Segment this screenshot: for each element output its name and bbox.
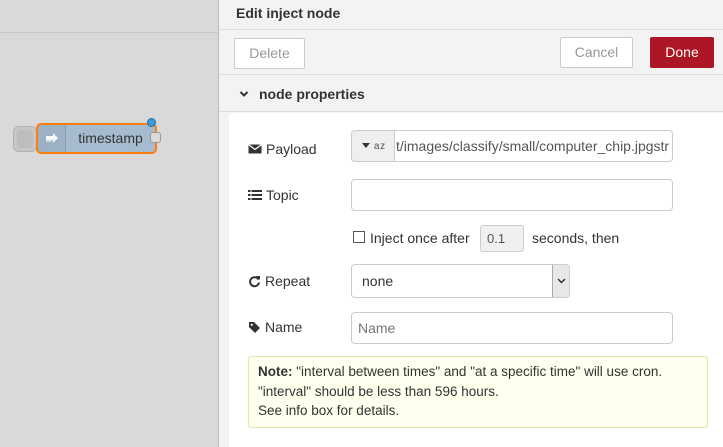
note-line-1: "interval between times" and "at a speci… xyxy=(296,364,663,379)
payload-label-row: Payload xyxy=(248,141,317,157)
inject-trigger-button[interactable] xyxy=(13,126,37,152)
tasks-icon xyxy=(248,190,262,200)
payload-label: Payload xyxy=(266,141,317,157)
string-type-icon: a z xyxy=(373,140,385,152)
note-prefix: Note: xyxy=(258,364,293,379)
repeat-label: Repeat xyxy=(265,273,311,289)
tray-title: Edit inject node xyxy=(236,5,341,21)
repeat-selected-value: none xyxy=(362,273,394,289)
repeat-icon xyxy=(249,275,260,287)
tray-header: Edit inject node xyxy=(219,0,723,30)
delete-button[interactable]: Delete xyxy=(234,38,305,69)
changed-indicator-icon xyxy=(147,118,156,127)
cancel-button[interactable]: Cancel xyxy=(560,37,633,68)
output-port[interactable] xyxy=(150,132,161,143)
inject-node[interactable]: timestamp xyxy=(36,123,157,154)
payload-type-selector[interactable]: a z xyxy=(352,131,395,161)
inject-delay-input[interactable]: 0.1 xyxy=(480,225,524,252)
caret-down-icon xyxy=(361,143,370,148)
topic-label-row: Topic xyxy=(248,187,299,203)
section-title: node properties xyxy=(259,86,365,102)
tag-icon xyxy=(249,321,260,333)
note-line-3: See info box for details. xyxy=(258,403,400,418)
canvas-divider xyxy=(0,32,218,33)
topic-label: Topic xyxy=(266,187,299,203)
node-label: timestamp xyxy=(78,130,143,146)
payload-value: t/images/classify/small/computer_chip.jp… xyxy=(396,138,670,154)
tray-toolbar: Delete Cancel Done xyxy=(219,31,723,75)
inject-trigger-button-face xyxy=(17,130,33,148)
select-chevron-icon xyxy=(552,265,569,297)
edit-tray: Edit inject node Delete Cancel Done node… xyxy=(219,0,723,447)
inject-once-label: Inject once after xyxy=(370,230,470,246)
inject-once-checkbox[interactable] xyxy=(353,231,365,243)
inject-arrow-icon xyxy=(38,125,66,152)
note-line-2: "interval" should be less than 596 hours… xyxy=(258,383,499,399)
repeat-label-row: Repeat xyxy=(248,273,310,289)
flow-canvas[interactable]: timestamp xyxy=(0,0,219,447)
properties-form: Payload a z t/images/classify/small/comp… xyxy=(229,113,723,447)
payload-input[interactable]: a z t/images/classify/small/computer_chi… xyxy=(351,130,673,162)
repeat-select[interactable]: none xyxy=(351,264,570,298)
envelope-icon xyxy=(248,144,262,154)
name-label-row: Name xyxy=(248,319,302,335)
chevron-down-icon xyxy=(239,91,249,97)
topic-input[interactable] xyxy=(351,179,673,211)
info-note: Note: "interval between times" and "at a… xyxy=(248,356,708,428)
seconds-then-label: seconds, then xyxy=(532,230,620,246)
name-label: Name xyxy=(265,319,303,335)
name-input[interactable] xyxy=(351,312,673,344)
node-properties-header[interactable]: node properties xyxy=(219,76,723,112)
done-button[interactable]: Done xyxy=(650,37,714,68)
